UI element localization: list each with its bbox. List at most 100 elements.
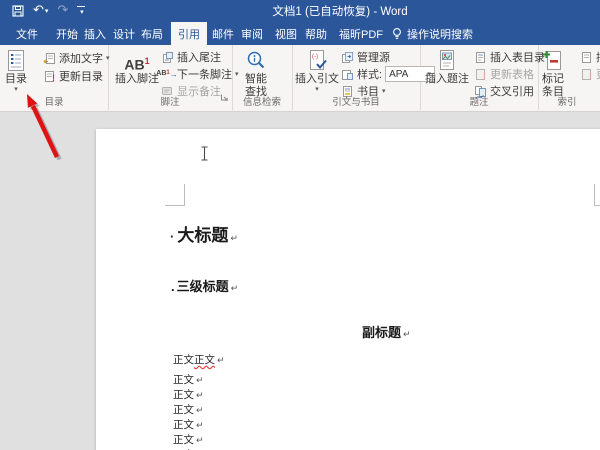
body-text: 正文 [173, 419, 194, 431]
tell-me-search[interactable]: 操作说明搜索 [392, 22, 473, 45]
body-line[interactable]: 正文正文↵ [173, 352, 225, 367]
body-line[interactable]: 正文↵ [173, 417, 204, 432]
tab-design[interactable]: 设计 [109, 22, 139, 45]
document-page[interactable]: ·大标题↵ .三级标题↵ 副标题↵ 正文正文↵ 正文↵ 正文↵ 正文↵ 正文↵ … [96, 129, 600, 450]
paragraph-mark: ↵ [196, 421, 204, 431]
tab-view[interactable]: 视图 [271, 22, 301, 45]
group-research: 智能 查找 信息检索 [232, 45, 293, 110]
insert-caption-icon [436, 48, 458, 73]
style-label: 样式: [357, 66, 382, 82]
redo-button[interactable]: ↷ [57, 0, 68, 22]
tab-home[interactable]: 开始 [52, 22, 82, 45]
update-toc-button[interactable]: ! 更新目录 [42, 68, 103, 84]
paragraph-mark: ↵ [196, 406, 204, 416]
smart-lookup-icon [245, 48, 267, 73]
ribbon-tab-bar: 文件 开始 插入 设计 布局 引用 邮件 审阅 视图 帮助 福昕PDF 操作说明… [0, 22, 600, 45]
body-line[interactable]: 正文↵ [173, 372, 204, 387]
group-label-captions: 题注 [420, 94, 538, 108]
chevron-down-icon: ▾ [315, 86, 319, 93]
text-cursor-icon [200, 146, 209, 166]
subtitle-line[interactable]: 副标题↵ [362, 322, 411, 341]
svg-text:!: ! [483, 71, 486, 81]
group-label-research: 信息检索 [232, 94, 292, 108]
paragraph-mark: ↵ [196, 436, 204, 446]
body-line[interactable]: 正文↵ [173, 432, 204, 447]
update-table-button: ! 更新表格 [473, 66, 534, 82]
save-button[interactable] [12, 0, 24, 22]
chevron-down-icon: ▾ [14, 86, 18, 93]
body-line[interactable]: 正文↵ [173, 402, 204, 417]
insert-tof-button[interactable]: 插入表目录 [473, 49, 545, 65]
group-label-footnotes: 脚注 [108, 94, 232, 108]
smart-lookup-button[interactable]: 智能 查找 [245, 48, 267, 99]
insert-endnote-label: 插入尾注 [177, 49, 221, 65]
manage-sources-label: 管理源 [357, 49, 390, 65]
toc-button[interactable]: 目录 ▾ [5, 48, 27, 93]
toc-button-label: 目录 [5, 73, 27, 86]
qat-customize-button[interactable]: ▾ [77, 0, 85, 22]
ribbon-references: 目录 ▾ 添加文字 ▾ [0, 45, 600, 112]
tab-review[interactable]: 审阅 [237, 22, 267, 45]
quick-access-toolbar: ↶ ▾ ↷ ▾ [12, 0, 85, 22]
paragraph-mark: ↵ [231, 284, 239, 294]
insert-footnote-icon: AB1 [124, 48, 149, 73]
tab-insert[interactable]: 插入 [80, 22, 110, 45]
tab-foxit-pdf[interactable]: 福昕PDF [333, 22, 389, 45]
paragraph-mark: ↵ [230, 234, 238, 244]
undo-button[interactable]: ↶ ▾ [33, 0, 48, 22]
heading1-line[interactable]: ·大标题↵ [170, 221, 238, 246]
subtitle-text: 副标题 [362, 325, 401, 340]
citation-style-value: APA [389, 69, 408, 80]
heading-bullet: · [170, 229, 174, 244]
body-line[interactable]: 正文↵ [173, 387, 204, 402]
title-bar: ↶ ▾ ↷ ▾ 文档1 (已自动恢复) - Word [0, 0, 600, 22]
insert-citation-label: 插入引文 [295, 73, 339, 86]
window-title: 文档1 (已自动恢复) - Word [272, 0, 407, 22]
update-index-icon: ! [579, 68, 593, 81]
tab-references[interactable]: 引用 [171, 22, 207, 45]
body-text: 正文 [173, 354, 194, 366]
save-icon [12, 5, 24, 17]
svg-text:!: ! [589, 71, 592, 81]
add-text-label: 添加文字 [59, 50, 103, 66]
paragraph-mark: ↵ [403, 330, 411, 340]
mark-entry-button[interactable]: 标记 条目 [541, 48, 565, 99]
group-label-citations: 引文与书目 [292, 94, 420, 108]
add-text-button[interactable]: 添加文字 ▾ [42, 50, 110, 66]
tab-help[interactable]: 帮助 [301, 22, 331, 45]
next-footnote-icon: AB1→ [160, 70, 174, 79]
insert-index-button[interactable]: 插入索引 [579, 49, 600, 65]
insert-citation-button[interactable]: (-) 插入引文 ▾ [295, 48, 339, 93]
insert-footnote-button[interactable]: AB1 插入脚注 [115, 48, 159, 86]
tab-file[interactable]: 文件 [8, 22, 46, 45]
manage-sources-button[interactable]: 管理源 [340, 49, 390, 65]
undo-icon: ↶ [33, 0, 44, 22]
margin-mark-top-left [165, 184, 185, 206]
group-footnotes: AB1 插入脚注 插入尾注 AB1→ 下一条脚注 ▾ [108, 45, 233, 110]
insert-caption-button[interactable]: 插入题注 [425, 48, 469, 86]
mark-entry-icon [541, 48, 565, 73]
body-text: 正文 [173, 389, 194, 401]
group-citations: (-) 插入引文 ▾ 管理源 [292, 45, 421, 110]
insert-endnote-icon [160, 51, 174, 64]
update-table-label: 更新表格 [490, 66, 534, 82]
smart-lookup-label-1: 智能 [245, 73, 267, 86]
mark-entry-label-1: 标记 [542, 73, 564, 86]
lightbulb-icon [392, 27, 402, 41]
tab-layout[interactable]: 布局 [137, 22, 167, 45]
paragraph-mark: ↵ [196, 376, 204, 386]
toc-icon [5, 48, 27, 73]
update-index-button: ! 更新索引 [579, 66, 600, 82]
redo-icon: ↷ [57, 0, 68, 22]
heading3-line[interactable]: .三级标题↵ [171, 276, 238, 295]
next-footnote-button[interactable]: AB1→ 下一条脚注 ▾ [160, 66, 239, 82]
body-text: 正文 [173, 374, 194, 386]
svg-text:!: ! [52, 73, 55, 83]
word-window: ↶ ▾ ↷ ▾ 文档1 (已自动恢复) - Word 文件 开始 插入 设计 布… [0, 0, 600, 450]
group-label-toc: 目录 [0, 94, 108, 108]
paragraph-mark: ↵ [217, 356, 225, 366]
update-index-label: 更新索引 [596, 66, 600, 82]
tab-mailings[interactable]: 邮件 [208, 22, 238, 45]
tell-me-label: 操作说明搜索 [407, 26, 473, 42]
insert-endnote-button[interactable]: 插入尾注 [160, 49, 221, 65]
